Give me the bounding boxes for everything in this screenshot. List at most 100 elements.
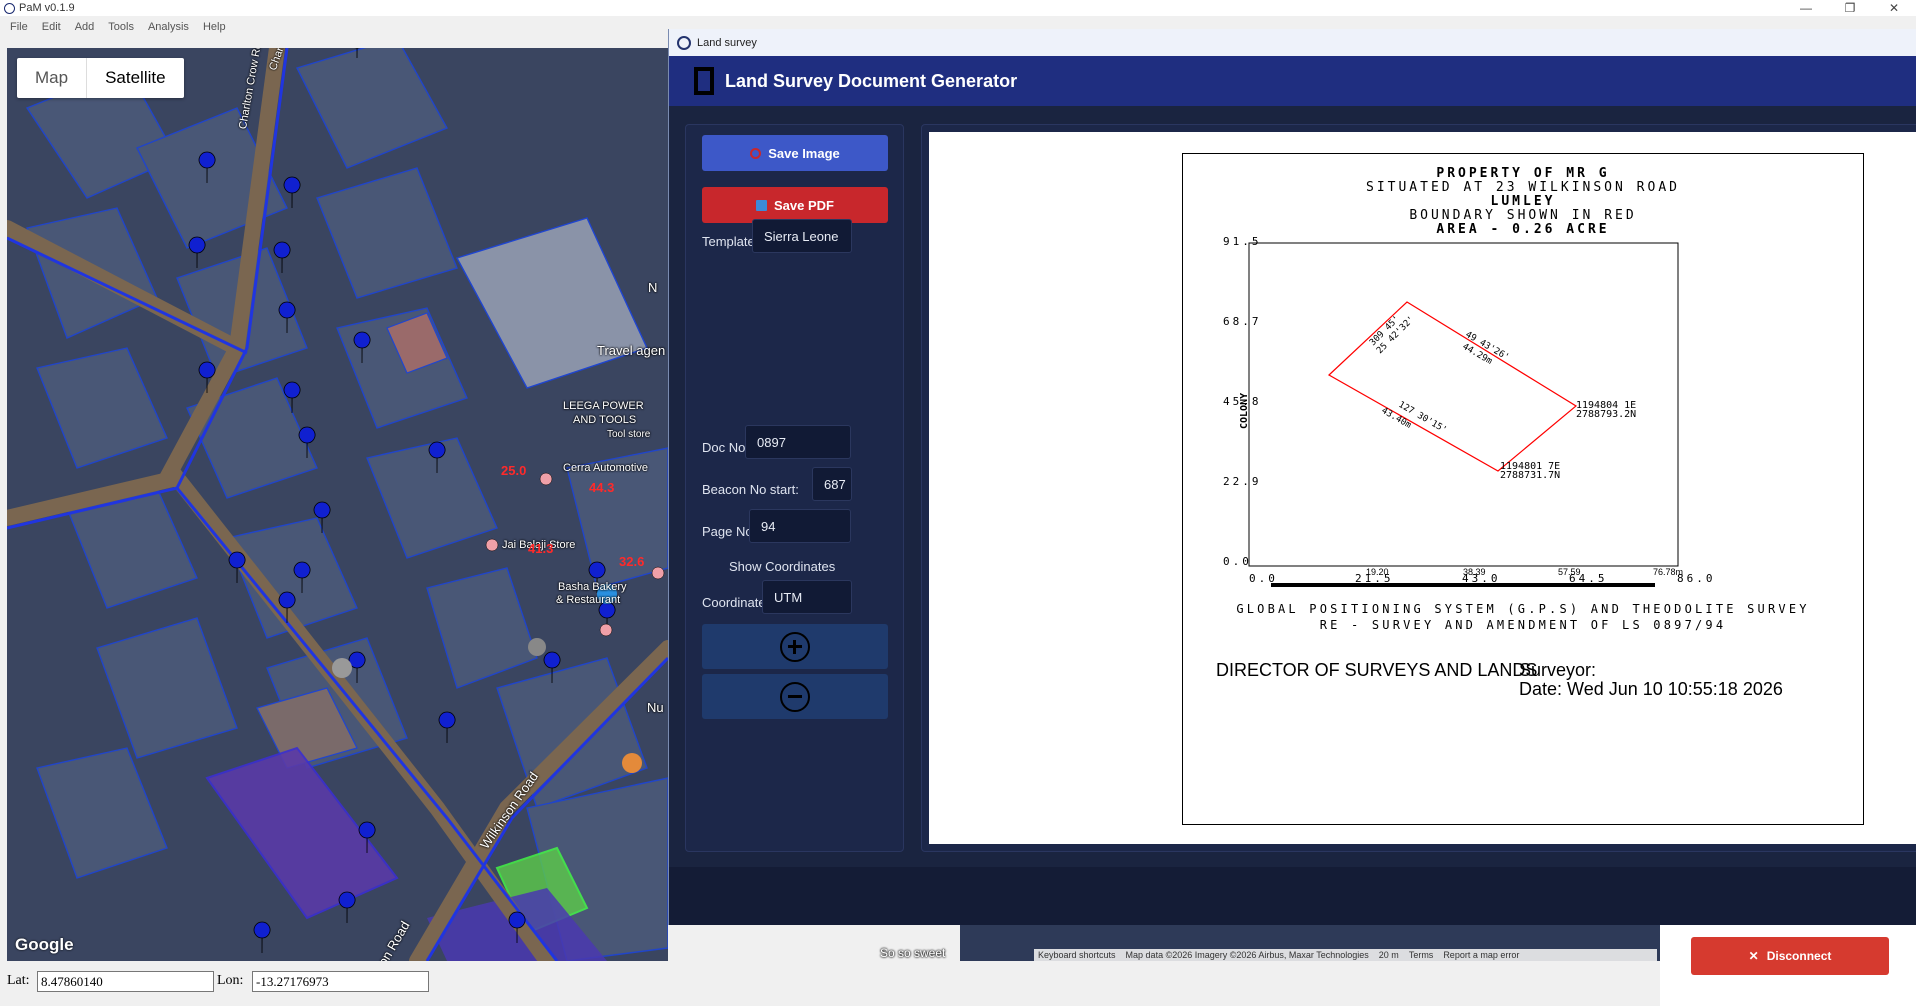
y-axis-tick: 91.5 bbox=[1223, 235, 1262, 248]
options-panel: Save Image Save PDF Template: Sierra Leo… bbox=[685, 124, 904, 852]
window-controls: — ❐ ✕ bbox=[1784, 0, 1916, 16]
map-type-satellite[interactable]: Satellite bbox=[86, 58, 183, 98]
scale-tick: 57.59 bbox=[1558, 567, 1581, 577]
lon-field[interactable]: -13.27176973 bbox=[252, 971, 429, 992]
keyboard-shortcuts-link[interactable]: Keyboard shortcuts bbox=[1038, 950, 1116, 960]
dialog-window-title: Land survey bbox=[697, 36, 757, 49]
doc-heading-line: SITUATED AT 23 WILKINSON ROAD bbox=[1366, 180, 1680, 195]
record-icon bbox=[750, 147, 762, 159]
scale-tick: 19.20 bbox=[1366, 567, 1389, 577]
template-label: Template: bbox=[702, 234, 759, 249]
survey-plot: 91.5 68.7 45.8 22.9 0.0 0.0 21.5 43.0 64… bbox=[1223, 235, 1713, 587]
map-place-label: & Restaurant bbox=[556, 594, 621, 606]
coordinate-label: Coordinate: bbox=[702, 595, 770, 610]
map-place-label: So so sweet bbox=[880, 946, 946, 960]
save-pdf-button[interactable]: Save PDF bbox=[702, 187, 888, 223]
boundary-polygon bbox=[1327, 301, 1578, 472]
document-date: Date: Wed Jun 10 10:55:18 2026 bbox=[1519, 679, 1783, 699]
floppy-icon bbox=[756, 199, 767, 211]
coordinate-bar: Lat: 8.47860140 Lon: -13.27176973 bbox=[0, 961, 1660, 1006]
scale-tick: 38.39 bbox=[1463, 567, 1486, 577]
map-place-label: Basha Bakery bbox=[558, 581, 627, 593]
doc-heading-line: BOUNDARY SHOWN IN RED bbox=[1409, 208, 1637, 223]
maximize-icon[interactable]: ❐ bbox=[1828, 0, 1872, 16]
menu-file[interactable]: File bbox=[10, 21, 28, 33]
survey-document: PROPERTY OF MR G SITUATED AT 23 WILKINSO… bbox=[1182, 153, 1864, 825]
survey-amendment-line: RE - SURVEY AND AMENDMENT OF LS 0897/94 bbox=[1319, 618, 1727, 632]
close-window-icon[interactable]: ✕ bbox=[1872, 0, 1916, 16]
menu-help[interactable]: Help bbox=[203, 21, 226, 33]
menubar: File Edit Add Tools Analysis Help bbox=[0, 16, 668, 38]
map-attribution: Keyboard shortcuts Map data ©2026 Imager… bbox=[1034, 949, 1657, 961]
app-logo-icon bbox=[4, 2, 15, 14]
report-error-link[interactable]: Report a map error bbox=[1443, 950, 1519, 960]
lat-label: Lat: bbox=[7, 973, 30, 988]
coordinate-select[interactable]: UTM bbox=[762, 580, 852, 614]
map-place-label: Nu bbox=[647, 700, 664, 715]
doc-heading-line: PROPERTY OF MR G bbox=[1436, 166, 1610, 181]
doc-no-input[interactable]: 0897 bbox=[745, 425, 851, 459]
app-title: PaM v0.1.9 bbox=[19, 2, 75, 14]
beacon-no-input[interactable]: 687 bbox=[812, 467, 852, 501]
zoom-out-button[interactable] bbox=[702, 674, 888, 719]
terms-link[interactable]: Terms bbox=[1409, 950, 1434, 960]
scale-tick: 76.78m bbox=[1653, 567, 1683, 577]
land-survey-dialog: Land survey Land Survey Document Generat… bbox=[668, 29, 1916, 925]
map-distance-label: 41.3 bbox=[528, 541, 554, 556]
beacon-northing: 2788731.7N bbox=[1500, 470, 1560, 481]
map-place-label: Cerra Automotive bbox=[563, 462, 648, 474]
google-logo: Google bbox=[15, 935, 74, 954]
survey-method-line: GLOBAL POSITIONING SYSTEM (G.P.S) AND TH… bbox=[1236, 602, 1810, 616]
minimize-icon[interactable]: — bbox=[1784, 0, 1828, 16]
dialog-titlebar: Land survey bbox=[669, 29, 1916, 56]
doc-no-label: Doc No: bbox=[702, 440, 749, 455]
y-axis-tick: 22.9 bbox=[1223, 475, 1262, 488]
document-preview[interactable]: PROPERTY OF MR G SITUATED AT 23 WILKINSO… bbox=[929, 132, 1916, 844]
map-type-toggle: Map Satellite bbox=[17, 58, 184, 98]
close-icon: ✕ bbox=[1748, 949, 1759, 963]
beacon-northing: 2788793.2N bbox=[1576, 409, 1636, 420]
document-icon bbox=[694, 67, 714, 95]
director-signature-label: DIRECTOR OF SURVEYS AND LANDS bbox=[1216, 660, 1538, 680]
zoom-in-icon bbox=[780, 631, 810, 662]
dialog-footer bbox=[669, 867, 1916, 925]
doc-heading-line: LUMLEY bbox=[1490, 194, 1556, 209]
map-place-label: LEEGA POWER bbox=[563, 400, 644, 412]
menu-add[interactable]: Add bbox=[75, 21, 95, 33]
menu-analysis[interactable]: Analysis bbox=[148, 21, 189, 33]
beacon-no-label: Beacon No start: bbox=[702, 482, 799, 497]
surveyor-label: Surveyor: bbox=[1519, 660, 1597, 680]
lat-field[interactable]: 8.47860140 bbox=[37, 971, 214, 992]
zoom-out-icon bbox=[780, 681, 810, 712]
zoom-in-button[interactable] bbox=[702, 624, 888, 669]
template-select[interactable]: Sierra Leone bbox=[752, 219, 852, 253]
map-data-credit: Map data ©2026 Imagery ©2026 Airbus, Max… bbox=[1125, 950, 1369, 960]
map-view[interactable]: Map Satellite Charlton Crow Rd Charlton … bbox=[7, 48, 668, 961]
preview-frame: PROPERTY OF MR G SITUATED AT 23 WILKINSO… bbox=[921, 124, 1916, 852]
show-coordinates-label: Show Coordinates bbox=[729, 559, 836, 574]
side-label: COLONY bbox=[1239, 393, 1250, 429]
dialog-header: Land Survey Document Generator bbox=[669, 56, 1916, 106]
dialog-header-title: Land Survey Document Generator bbox=[725, 70, 1018, 91]
map-place-label: N bbox=[648, 280, 658, 295]
map-place-label: AND TOOLS bbox=[573, 414, 637, 426]
map-satellite-layer bbox=[7, 48, 668, 961]
disconnect-button[interactable]: ✕ Disconnect bbox=[1691, 937, 1889, 975]
map-place-label: Tool store bbox=[607, 429, 651, 440]
map-place-label: Travel agen bbox=[597, 343, 666, 358]
save-image-label: Save Image bbox=[768, 145, 840, 161]
lon-label: Lon: bbox=[217, 973, 244, 988]
page-no-input[interactable]: 94 bbox=[749, 509, 851, 543]
disconnect-label: Disconnect bbox=[1766, 949, 1832, 963]
menu-tools[interactable]: Tools bbox=[108, 21, 134, 33]
menu-edit[interactable]: Edit bbox=[42, 21, 61, 33]
y-axis-tick: 68.7 bbox=[1223, 315, 1262, 328]
map-scale-label: 20 m bbox=[1378, 950, 1399, 960]
save-image-button[interactable]: Save Image bbox=[702, 135, 888, 171]
y-axis-tick: 0.0 bbox=[1223, 555, 1252, 568]
app-titlebar: PaM v0.1.9 bbox=[0, 0, 1916, 16]
map-type-map[interactable]: Map bbox=[17, 58, 86, 98]
save-pdf-label: Save PDF bbox=[774, 197, 834, 213]
map-distance-label: 44.3 bbox=[589, 480, 615, 495]
map-distance-label: 32.6 bbox=[619, 554, 645, 569]
